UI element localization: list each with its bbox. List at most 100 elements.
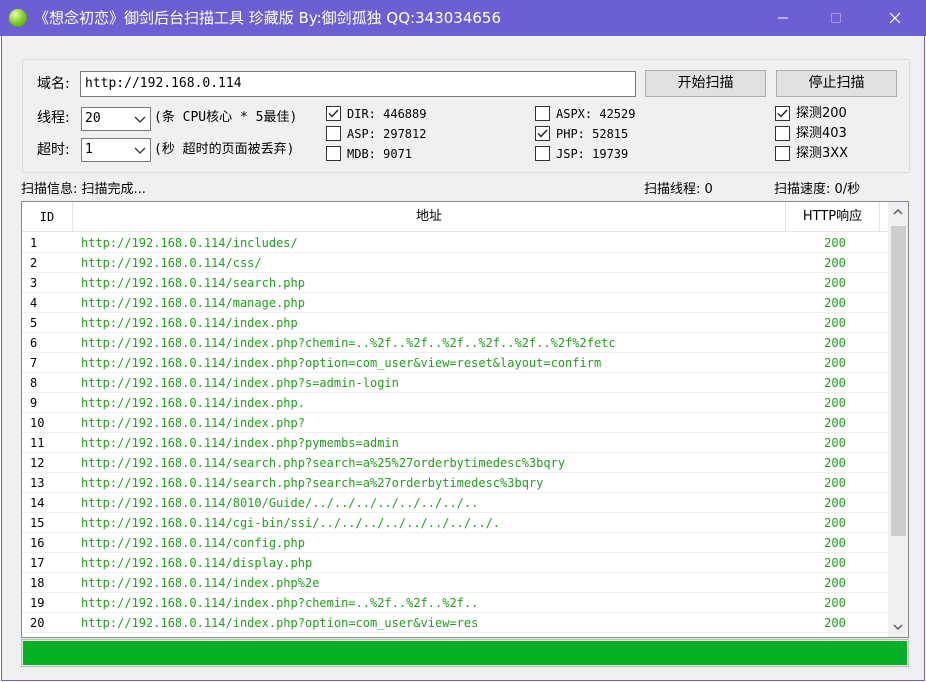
cell-url: http://192.168.0.114/manage.php (81, 296, 305, 310)
vertical-scrollbar[interactable] (888, 202, 908, 637)
table-row[interactable]: 15 http://192.168.0.114/cgi-bin/ssi/../..… (22, 513, 888, 533)
cell-http-code: 200 (824, 256, 846, 270)
scan-speed-text: 扫描速度: 0/秒 (774, 182, 861, 197)
table-row[interactable]: 3 http://192.168.0.114/search.php 200 (22, 273, 888, 293)
dict-aspx-label: ASPX: 42529 (556, 107, 636, 121)
table-row[interactable]: 5 http://192.168.0.114/index.php 200 (22, 313, 888, 333)
results-body: 1 http://192.168.0.114/includes/200 2 http:… (22, 233, 888, 633)
progress-fill (23, 641, 907, 665)
dict-php-label: PHP: 52815 (556, 127, 629, 141)
probe-403-checkbox[interactable] (775, 126, 790, 141)
maximize-icon (831, 13, 841, 23)
minimize-button[interactable] (760, 0, 806, 36)
probe-403-label: 探测403 (796, 126, 847, 141)
scrollbar-thumb[interactable] (891, 226, 906, 536)
cell-http-code: 200 (824, 556, 846, 570)
table-row[interactable]: 13 http://192.168.0.114/search.php?search… (22, 473, 888, 493)
cell-url: http://192.168.0.114/search.php (81, 276, 305, 290)
cell-http-code: 200 (824, 436, 846, 450)
table-row[interactable]: 19 http://192.168.0.114/index.php?chemin=… (22, 593, 888, 613)
cell-url: http://192.168.0.114/index.php? (81, 416, 305, 430)
results-header: ID 地址 HTTP响应 (22, 202, 888, 232)
chevron-up-icon (893, 209, 903, 215)
cell-url: http://192.168.0.114/index.php?option=co… (81, 356, 602, 370)
scroll-up-button[interactable] (888, 202, 908, 222)
chevron-down-icon (893, 624, 903, 630)
timeout-select[interactable]: 1 (81, 138, 151, 162)
window-client: 域名: http://192.168.0.114 开始扫描 停止扫描 线程: 2… (1, 36, 925, 681)
cell-id: 18 (30, 576, 45, 590)
table-row[interactable]: 9 http://192.168.0.114/index.php. 200 (22, 393, 888, 413)
column-header-http[interactable]: HTTP响应 (786, 202, 880, 232)
check-icon (328, 109, 339, 118)
timeout-hint: (秒 超时的页面被丢弃) (154, 142, 295, 157)
cell-http-code: 200 (824, 416, 846, 430)
cell-http-code: 200 (824, 376, 846, 390)
maximize-button (813, 0, 859, 36)
cell-http-code: 200 (824, 396, 846, 410)
close-icon (889, 12, 901, 24)
close-button[interactable] (872, 0, 918, 36)
cell-id: 8 (30, 376, 38, 390)
dict-asp-checkbox[interactable] (326, 126, 341, 141)
column-header-url[interactable]: 地址 (73, 202, 786, 232)
scroll-down-button[interactable] (888, 617, 908, 637)
check-icon (777, 109, 788, 118)
table-row[interactable]: 6 http://192.168.0.114/index.php?chemin=.… (22, 333, 888, 353)
domain-input[interactable]: http://192.168.0.114 (80, 71, 636, 97)
cell-id: 19 (30, 596, 45, 610)
dict-jsp-label: JSP: 19739 (556, 147, 629, 161)
table-row[interactable]: 11 http://192.168.0.114/index.php?pymembs… (22, 433, 888, 453)
cell-id: 10 (30, 416, 45, 430)
table-row[interactable]: 18 http://192.168.0.114/index.php%2e 200 (22, 573, 888, 593)
check-icon (537, 129, 548, 138)
cell-url: http://192.168.0.114/search.php?search=a… (81, 456, 566, 470)
cell-id: 16 (30, 536, 45, 550)
start-scan-button[interactable]: 开始扫描 (645, 70, 766, 97)
table-row[interactable]: 1 http://192.168.0.114/includes/200 (22, 233, 888, 253)
cell-http-code: 200 (824, 356, 846, 370)
table-row[interactable]: 12 http://192.168.0.114/search.php?search… (22, 453, 888, 473)
column-header-id[interactable]: ID (22, 202, 73, 232)
stop-scan-button[interactable]: 停止扫描 (776, 70, 897, 97)
results-table[interactable]: ID 地址 HTTP响应 1 http://192.168.0.114/inclu… (21, 201, 909, 638)
minimize-icon (778, 17, 788, 19)
cell-http-code: 200 (824, 296, 846, 310)
table-row[interactable]: 4 http://192.168.0.114/manage.php 200 (22, 293, 888, 313)
cell-url: http://192.168.0.114/index.php (81, 316, 298, 330)
cell-id: 12 (30, 456, 45, 470)
threads-select[interactable]: 20 (81, 107, 151, 131)
timeout-value: 1 (85, 142, 93, 157)
table-row[interactable]: 20 http://192.168.0.114/index.php?option=… (22, 613, 888, 633)
cell-http-code: 200 (824, 516, 846, 530)
table-row[interactable]: 16 http://192.168.0.114/config.php 200 (22, 533, 888, 553)
dict-dir-checkbox[interactable] (326, 106, 341, 121)
table-row[interactable]: 10 http://192.168.0.114/index.php? 200 (22, 413, 888, 433)
table-row[interactable]: 2 http://192.168.0.114/css/200 (22, 253, 888, 273)
table-row[interactable]: 8 http://192.168.0.114/index.php?s=admin-… (22, 373, 888, 393)
probe-3xx-checkbox[interactable] (775, 146, 790, 161)
cell-id: 17 (30, 556, 45, 570)
probe-200-label: 探测200 (796, 106, 847, 121)
cell-url: http://192.168.0.114/includes/ (81, 236, 298, 250)
cell-id: 6 (30, 336, 38, 350)
cell-url: http://192.168.0.114/8010/Guide/../../..… (81, 496, 479, 510)
table-row[interactable]: 14 http://192.168.0.114/8010/Guide/../../… (22, 493, 888, 513)
dict-aspx-checkbox[interactable] (535, 106, 550, 121)
cell-url: http://192.168.0.114/display.php (81, 556, 313, 570)
probe-200-checkbox[interactable] (775, 106, 790, 121)
table-row[interactable]: 17 http://192.168.0.114/display.php 200 (22, 553, 888, 573)
dict-jsp-checkbox[interactable] (535, 146, 550, 161)
cell-url: http://192.168.0.114/index.php?chemin=..… (81, 596, 479, 610)
dict-dir-label: DIR: 446889 (347, 107, 427, 121)
cell-http-code: 200 (824, 536, 846, 550)
title-bar[interactable]: 《想念初恋》御剑后台扫描工具 珍藏版 By:御剑孤独 QQ:343034656 (0, 0, 926, 36)
dict-php-checkbox[interactable] (535, 126, 550, 141)
cell-url: http://192.168.0.114/index.php?option=co… (81, 616, 479, 630)
cell-http-code: 200 (824, 276, 846, 290)
cell-id: 1 (30, 236, 38, 250)
cell-id: 11 (30, 436, 45, 450)
dict-mdb-checkbox[interactable] (326, 146, 341, 161)
cell-id: 4 (30, 296, 38, 310)
table-row[interactable]: 7 http://192.168.0.114/index.php?option=c… (22, 353, 888, 373)
